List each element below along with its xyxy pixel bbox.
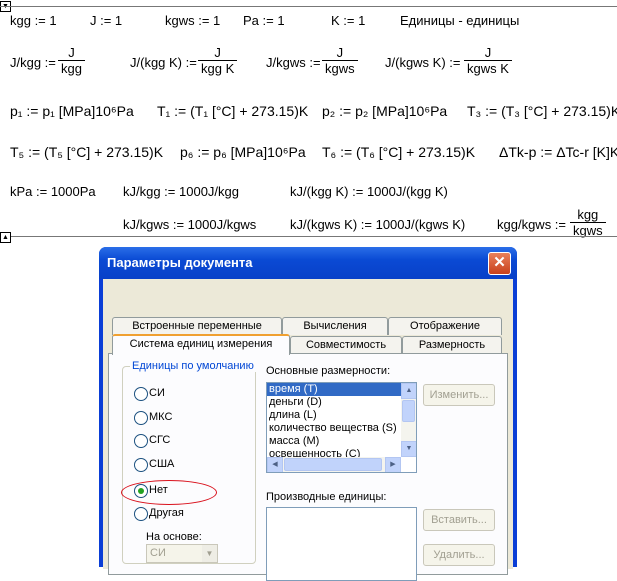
def-p1[interactable]: p₁ := p₁ [MPa]10⁶Pa (10, 103, 134, 119)
scroll-down-icon[interactable]: ▼ (401, 441, 416, 457)
units-note: Единицы - единицы (400, 13, 520, 28)
document-settings-dialog: Параметры документа ✕ Встроенные перемен… (99, 247, 517, 581)
def-kJ-per-kgg[interactable]: kJ/kgg := 1000J/kgg (123, 184, 239, 199)
def-kgg-per-kgws-fraction: kgg kgws (570, 207, 606, 238)
fraction-denominator: kgg K (201, 61, 235, 76)
expand-region-icon[interactable]: ▲ (0, 232, 11, 243)
def-kgws[interactable]: kgws := 1 (165, 13, 220, 28)
radio-usa[interactable] (134, 458, 148, 472)
def-T5[interactable]: T₅ := (T₅ [°C] + 273.15)K (10, 144, 163, 160)
def-kJ-per-kgwsK[interactable]: kJ/(kgws K) := 1000J/(kgws K) (290, 217, 465, 232)
based-on-value: СИ (150, 547, 166, 559)
radio-si[interactable] (134, 387, 148, 401)
tab-display[interactable]: Отображение (388, 317, 502, 335)
chevron-down-icon: ▼ (202, 545, 217, 562)
def-J-per-kgg-lhs[interactable]: J/kgg := (10, 55, 56, 70)
def-p2[interactable]: p₂ := p₂ [MPa]10⁶Pa (322, 103, 447, 119)
tab-builtin-variables[interactable]: Встроенные переменные (112, 317, 282, 335)
list-item[interactable]: деньги (D) (267, 396, 416, 409)
def-kgg[interactable]: kgg := 1 (10, 13, 57, 28)
def-p6[interactable]: p₆ := p₆ [MPa]10⁶Pa (180, 144, 306, 160)
def-J-per-kgws-lhs[interactable]: J/kgws := (266, 55, 321, 70)
def-J[interactable]: J := 1 (90, 13, 122, 28)
def-J-per-kgg-fraction: J kgg (58, 45, 85, 76)
scroll-thumb[interactable] (402, 400, 415, 422)
dialog-title-bar[interactable]: Параметры документа ✕ (99, 247, 517, 279)
list-item[interactable]: длина (L) (267, 409, 416, 422)
scroll-right-icon[interactable]: ▶ (385, 457, 401, 472)
fraction-denominator: kgws (325, 61, 355, 76)
delete-button[interactable]: Удалить... (423, 544, 495, 566)
list-item[interactable]: масса (M) (267, 435, 416, 448)
list-item[interactable]: количество вещества (S) (267, 422, 416, 435)
fraction-numerator: J (464, 45, 512, 61)
region-divider-top (0, 6, 617, 7)
def-J-per-kgwsK-lhs[interactable]: J/(kgws K) := (385, 55, 461, 70)
radio-cgs-label[interactable]: СГС (149, 434, 170, 446)
def-T6[interactable]: T₆ := (T₆ [°C] + 273.15)K (322, 144, 475, 160)
def-T1[interactable]: T₁ := (T₁ [°C] + 273.15)K (157, 103, 308, 119)
base-dimensions-list[interactable]: время (T) деньги (D) длина (L) количеств… (266, 382, 417, 473)
default-units-group-label: Единицы по умолчанию (130, 360, 256, 372)
def-kPa[interactable]: kPa := 1000Pa (10, 184, 96, 199)
based-on-select: СИ ▼ (146, 544, 218, 563)
list-item[interactable]: время (T) (267, 383, 416, 396)
region-divider-bottom (0, 236, 617, 237)
fraction-denominator: kgg (61, 61, 82, 76)
def-J-per-kggK-lhs[interactable]: J/(kgg K) := (130, 55, 197, 70)
derived-units-label: Производные единицы: (266, 491, 387, 503)
def-kJ-per-kgws[interactable]: kJ/kgws := 1000J/kgws (123, 217, 256, 232)
def-kJ-per-kggK[interactable]: kJ/(kgg K) := 1000J/(kgg K) (290, 184, 448, 199)
scroll-up-icon[interactable]: ▲ (401, 383, 416, 399)
tab-dimensions[interactable]: Размерность (402, 336, 502, 354)
tab-unit-system[interactable]: Система единиц измерения (112, 334, 290, 355)
highlight-ellipse (121, 480, 217, 505)
fraction-denominator: kgws K (467, 61, 509, 76)
radio-mks-label[interactable]: МКС (149, 411, 172, 423)
close-icon[interactable]: ✕ (488, 252, 511, 275)
fraction-numerator: J (198, 45, 238, 61)
radio-si-label[interactable]: СИ (149, 387, 165, 399)
def-kgg-per-kgws-lhs[interactable]: kgg/kgws := (497, 217, 566, 232)
tab-calculation[interactable]: Вычисления (282, 317, 388, 335)
tab-compatibility[interactable]: Совместимость (290, 336, 402, 354)
vertical-scrollbar[interactable]: ▲ ▼ (401, 383, 416, 457)
insert-button[interactable]: Вставить... (423, 509, 495, 531)
fraction-numerator: J (58, 45, 85, 61)
radio-other[interactable] (134, 507, 148, 521)
def-dT[interactable]: ΔTk-p := ΔTc-r [K]K (499, 144, 617, 160)
radio-usa-label[interactable]: США (149, 458, 174, 470)
change-button[interactable]: Изменить... (423, 384, 495, 406)
dialog-title: Параметры документа (107, 255, 253, 270)
dialog-client-area: Встроенные переменные Вычисления Отображ… (103, 279, 513, 581)
def-J-per-kgwsK-fraction: J kgws K (464, 45, 512, 76)
radio-mks[interactable] (134, 411, 148, 425)
radio-cgs[interactable] (134, 434, 148, 448)
def-J-per-kgws-fraction: J kgws (322, 45, 358, 76)
base-dimensions-label: Основные размерности: (266, 365, 391, 377)
derived-units-list[interactable] (266, 507, 417, 581)
based-on-label: На основе: (146, 531, 202, 543)
def-T3[interactable]: T₃ := (T₃ [°C] + 273.15)K (467, 103, 617, 119)
def-K[interactable]: K := 1 (331, 13, 365, 28)
scroll-left-icon[interactable]: ◀ (267, 457, 283, 472)
fraction-numerator: kgg (570, 207, 606, 223)
def-J-per-kggK-fraction: J kgg K (198, 45, 238, 76)
radio-other-label[interactable]: Другая (149, 507, 184, 519)
def-Pa[interactable]: Pa := 1 (243, 13, 285, 28)
fraction-numerator: J (322, 45, 358, 61)
horizontal-scrollbar[interactable]: ◀ ▶ (267, 457, 401, 472)
scroll-thumb[interactable] (284, 458, 382, 471)
